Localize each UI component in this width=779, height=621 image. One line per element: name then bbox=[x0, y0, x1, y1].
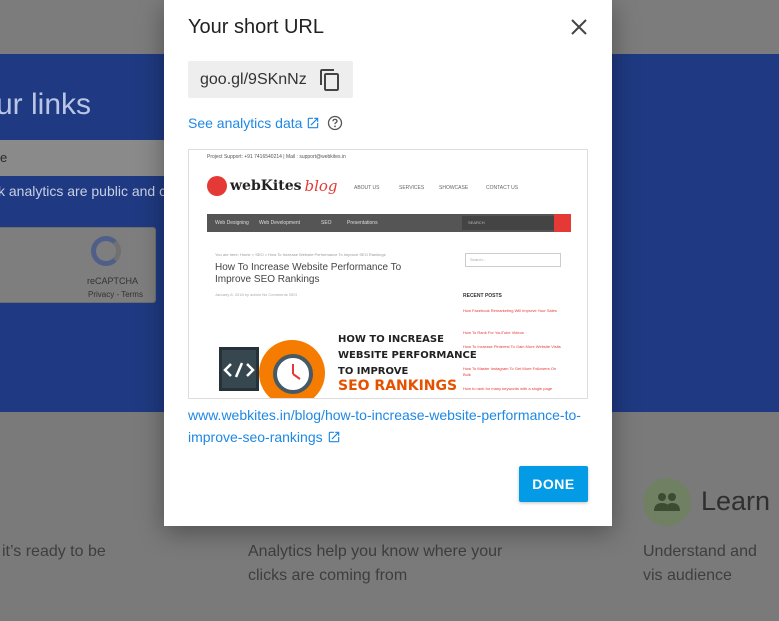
long-url-text: www.webkites.in/blog/how-to-increase-web… bbox=[188, 407, 581, 445]
short-url-text[interactable]: goo.gl/9SKnNz bbox=[200, 71, 307, 89]
recaptcha-widget[interactable]: reCAPTCHA Privacy - Terms bbox=[0, 227, 156, 303]
preview-recent-post: How To Master Instagram To Get More Foll… bbox=[463, 366, 557, 377]
external-link-icon bbox=[328, 431, 339, 443]
long-url-input-value: e bbox=[0, 150, 8, 165]
preview-recent-post: How to rank for many keywords with a sin… bbox=[463, 386, 553, 391]
see-analytics-link[interactable]: See analytics data bbox=[188, 115, 320, 131]
preview-headline-line: TO IMPROVE bbox=[338, 366, 409, 377]
preview-nav-item: CONTACT US bbox=[486, 185, 519, 191]
preview-sidebar-search: Search... bbox=[465, 253, 561, 267]
preview-headline-line: WEBSITE PERFORMANCE bbox=[338, 350, 477, 361]
recaptcha-label: reCAPTCHA bbox=[87, 276, 139, 286]
page-preview-image[interactable]: Project Support: +91 7416540214 | Mail :… bbox=[188, 149, 588, 399]
preview-nav-item: ABOUT US bbox=[354, 185, 380, 191]
hero-title: ur links bbox=[0, 88, 92, 121]
feature-text-3: Understand and vis audience bbox=[643, 543, 757, 584]
preview-menu-bar: Web Designing Web Development SEO Presen… bbox=[207, 214, 571, 232]
hero-note: k analytics are public and c bbox=[0, 183, 167, 199]
preview-stopwatch-icon bbox=[273, 354, 313, 394]
preview-menu-item: Presentations bbox=[347, 220, 378, 226]
short-url-box: goo.gl/9SKnNz bbox=[188, 61, 353, 98]
dialog-title: Your short URL bbox=[188, 16, 324, 38]
close-icon[interactable] bbox=[566, 14, 592, 40]
preview-logo-blog: blog bbox=[304, 177, 338, 195]
preview-recent-posts-heading: RECENT POSTS bbox=[463, 293, 502, 299]
preview-code-monitor-icon bbox=[219, 347, 259, 391]
copy-icon[interactable] bbox=[318, 68, 342, 92]
preview-headline-line: HOW TO INCREASE bbox=[338, 334, 444, 345]
preview-breadcrumb: You are here: Home > SEO > How To Increa… bbox=[215, 252, 386, 257]
long-url-input[interactable]: e bbox=[0, 140, 190, 176]
help-icon[interactable] bbox=[327, 115, 343, 131]
feature-text-2: Analytics help you know where your click… bbox=[248, 543, 503, 584]
recaptcha-links[interactable]: Privacy - Terms bbox=[88, 290, 143, 299]
preview-logo: webKites blog bbox=[207, 176, 338, 196]
preview-menu-item: Web Development bbox=[259, 220, 301, 226]
preview-recent-post: How To Rank For YouTube Videos bbox=[463, 330, 524, 335]
done-button[interactable]: DONE bbox=[519, 466, 588, 502]
preview-nav-item: SERVICES bbox=[399, 185, 425, 191]
feature-title-learn: Learn bbox=[701, 486, 771, 516]
feature-text-1: it’s ready to be bbox=[2, 543, 106, 560]
preview-menu-item: Web Designing bbox=[215, 220, 249, 226]
preview-logo-icon bbox=[207, 176, 227, 196]
long-url-link[interactable]: www.webkites.in/blog/how-to-increase-web… bbox=[188, 404, 598, 448]
see-analytics-label: See analytics data bbox=[188, 115, 303, 131]
preview-search-button bbox=[554, 214, 571, 232]
preview-menu-item: SEO bbox=[321, 220, 332, 226]
external-link-icon bbox=[308, 117, 319, 129]
people-icon bbox=[643, 478, 691, 526]
preview-search-box: SEARCH bbox=[462, 216, 554, 230]
preview-support-text: Project Support: +91 7416540214 | Mail :… bbox=[207, 154, 346, 160]
preview-search-placeholder: SEARCH bbox=[468, 220, 485, 225]
short-url-dialog: Your short URL goo.gl/9SKnNz See analyti… bbox=[164, 0, 612, 526]
preview-article-title: How To Increase Website Performance To I… bbox=[215, 262, 402, 285]
preview-recent-post: How Facebook Remarketing Will Improve Yo… bbox=[463, 308, 557, 313]
preview-nav-item: SHOWCASE bbox=[439, 185, 469, 191]
preview-article-meta: January 8, 2018 by admin No Comments SEO bbox=[215, 292, 298, 297]
preview-sidebar-search-text: Search... bbox=[470, 257, 487, 262]
recaptcha-icon bbox=[91, 236, 121, 266]
preview-logo-word: webKites bbox=[230, 178, 302, 194]
preview-recent-post: How To Increase Pinterest To Gain More W… bbox=[463, 344, 561, 349]
preview-headline-orange: SEO RANKINGS bbox=[338, 378, 458, 394]
